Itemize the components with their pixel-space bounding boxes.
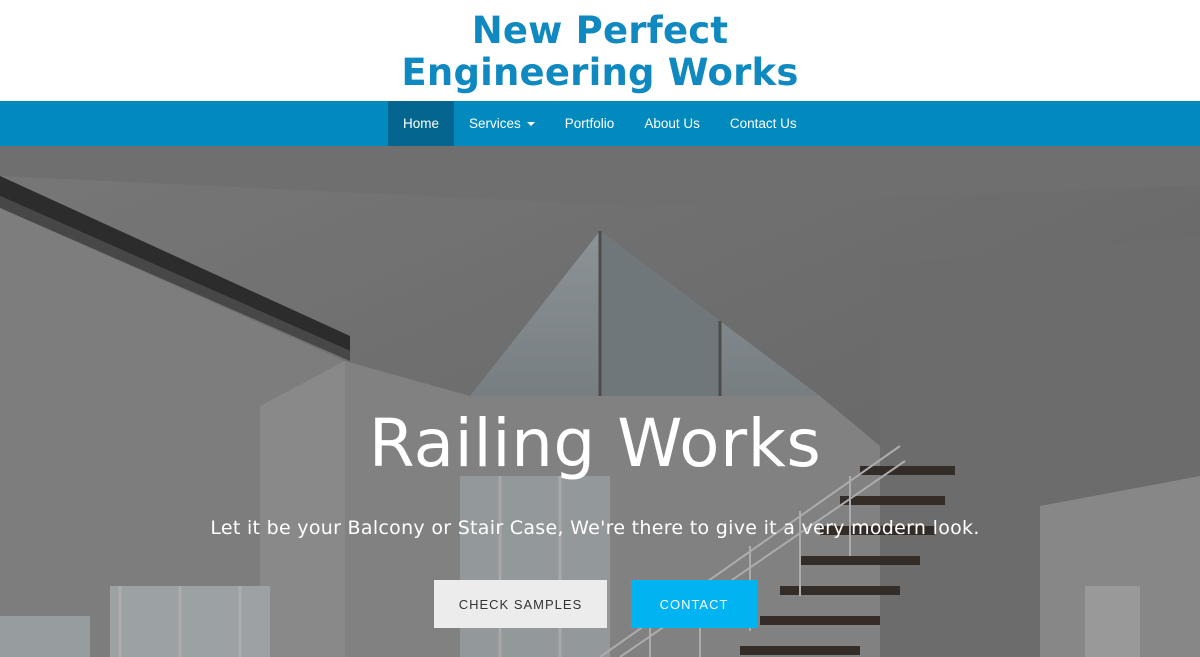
nav-item-about-us[interactable]: About Us (629, 101, 715, 146)
hero-subtitle: Let it be your Balcony or Stair Case, We… (210, 517, 980, 539)
contact-button[interactable]: CONTACT (631, 580, 757, 628)
nav-item-label: Contact Us (729, 116, 797, 131)
check-samples-button[interactable]: CHECK SAMPLES (434, 580, 607, 628)
nav-item-label: Portfolio (564, 116, 615, 131)
caret-down-icon (526, 121, 535, 126)
nav-item-home[interactable]: Home (388, 101, 455, 146)
main-navbar: Home Services Portfolio About Us Contact… (0, 101, 1200, 146)
site-title-line-2[interactable]: Engineering Works (401, 51, 798, 94)
nav-item-label: Services (469, 116, 521, 131)
nav-item-services[interactable]: Services (454, 101, 550, 146)
nav-list: Home Services Portfolio About Us Contact… (388, 101, 812, 146)
hero-section: Railing Works Let it be your Balcony or … (0, 146, 1200, 657)
site-header: New Perfect Engineering Works (0, 0, 1200, 101)
hero-title: Railing Works (368, 405, 822, 482)
nav-item-label: About Us (644, 116, 700, 131)
nav-item-label: Home (403, 116, 440, 131)
nav-item-contact-us[interactable]: Contact Us (715, 101, 812, 146)
nav-item-portfolio[interactable]: Portfolio (550, 101, 630, 146)
site-title-line-1[interactable]: New Perfect (472, 9, 729, 52)
